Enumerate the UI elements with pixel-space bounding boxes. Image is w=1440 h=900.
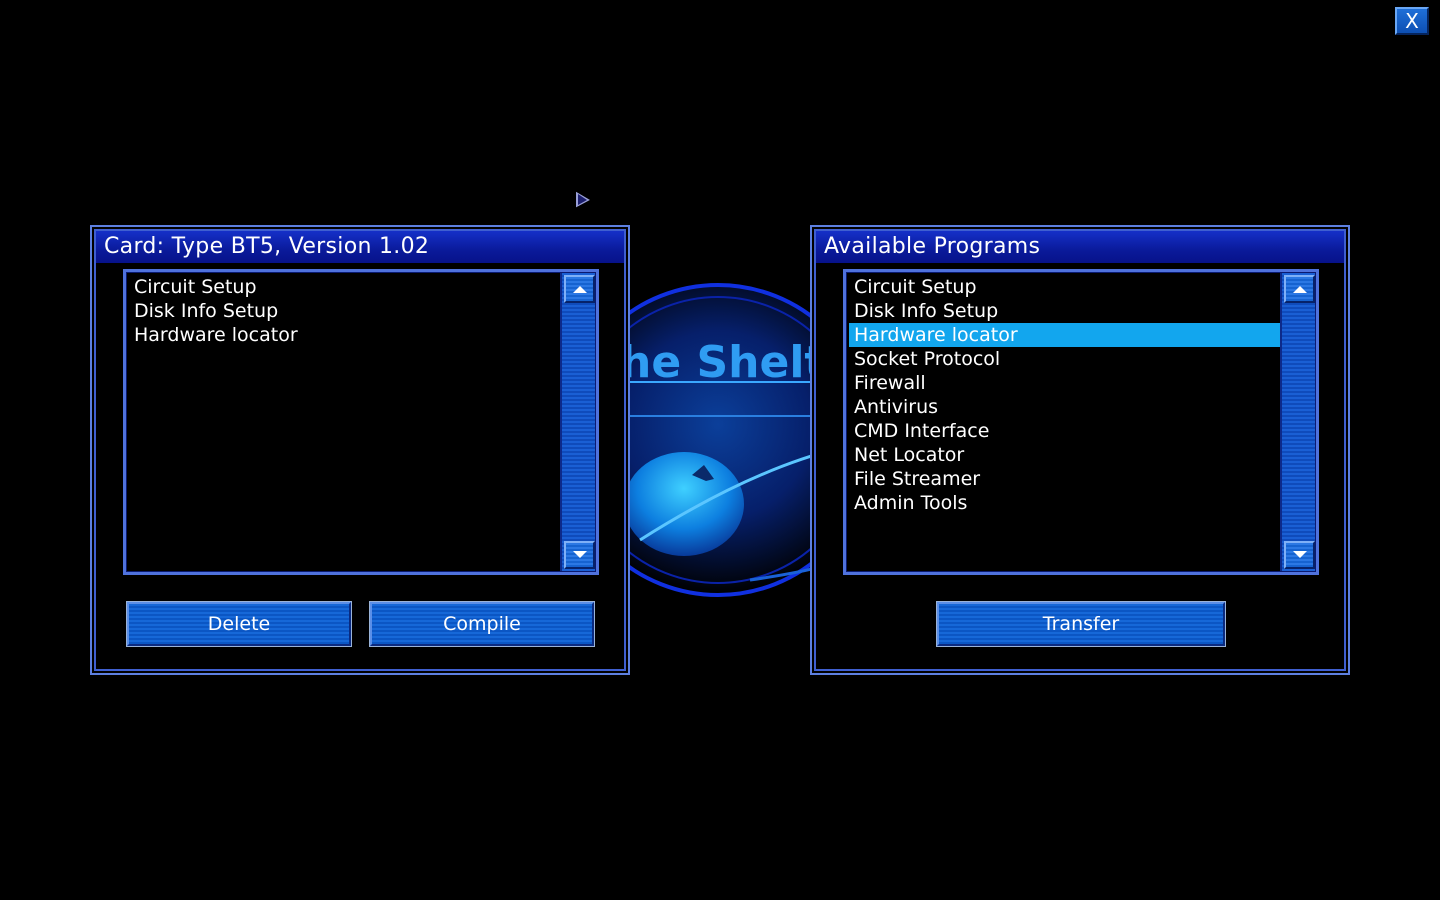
list-item[interactable]: CMD Interface (849, 419, 1281, 443)
arrow-down-icon (573, 551, 587, 558)
compile-button[interactable]: Compile (370, 602, 594, 646)
programs-scroll-down-button[interactable] (1284, 541, 1315, 569)
list-item[interactable]: Antivirus (849, 395, 1281, 419)
list-item[interactable]: Hardware locator (129, 323, 561, 347)
close-button[interactable]: X (1395, 7, 1429, 35)
list-item[interactable]: Disk Info Setup (129, 299, 561, 323)
shelter-logo: he Shelte (600, 280, 840, 600)
logo-text: he Shelte (620, 337, 840, 388)
card-program-items: Circuit Setup Disk Info Setup Hardware loc… (129, 275, 561, 347)
card-scroll-down-button[interactable] (564, 541, 595, 569)
available-program-items: Circuit Setup Disk Info Setup Hardware loc… (849, 275, 1281, 515)
list-item[interactable]: Firewall (849, 371, 1281, 395)
list-item[interactable]: Hardware locator (849, 323, 1281, 347)
list-item[interactable]: Socket Protocol (849, 347, 1281, 371)
available-programs-panel: Available Programs Circuit Setup Disk Inf… (810, 225, 1350, 675)
card-panel-title: Card: Type BT5, Version 1.02 (96, 231, 624, 263)
list-item[interactable]: Net Locator (849, 443, 1281, 467)
arrow-up-icon (1293, 286, 1307, 293)
available-programs-title: Available Programs (816, 231, 1344, 263)
card-panel: Card: Type BT5, Version 1.02 Circuit Set… (90, 225, 630, 675)
list-item[interactable]: File Streamer (849, 467, 1281, 491)
delete-button[interactable]: Delete (127, 602, 351, 646)
list-item[interactable]: Circuit Setup (849, 275, 1281, 299)
card-program-list[interactable]: Circuit Setup Disk Info Setup Hardware loc… (123, 269, 599, 575)
arrow-down-icon (1293, 551, 1307, 558)
available-program-list[interactable]: Circuit Setup Disk Info Setup Hardware loc… (843, 269, 1319, 575)
list-item[interactable]: Circuit Setup (129, 275, 561, 299)
mouse-cursor-icon (574, 188, 595, 211)
game-screen: X he Shelte Card: Type BT5, Version 1.02… (0, 0, 1440, 900)
card-list-scrollbar[interactable] (560, 273, 595, 571)
transfer-button[interactable]: Transfer (937, 602, 1225, 646)
card-scroll-up-button[interactable] (564, 275, 595, 303)
list-item[interactable]: Disk Info Setup (849, 299, 1281, 323)
programs-list-scrollbar[interactable] (1280, 273, 1315, 571)
programs-scroll-up-button[interactable] (1284, 275, 1315, 303)
list-item[interactable]: Admin Tools (849, 491, 1281, 515)
arrow-up-icon (573, 286, 587, 293)
